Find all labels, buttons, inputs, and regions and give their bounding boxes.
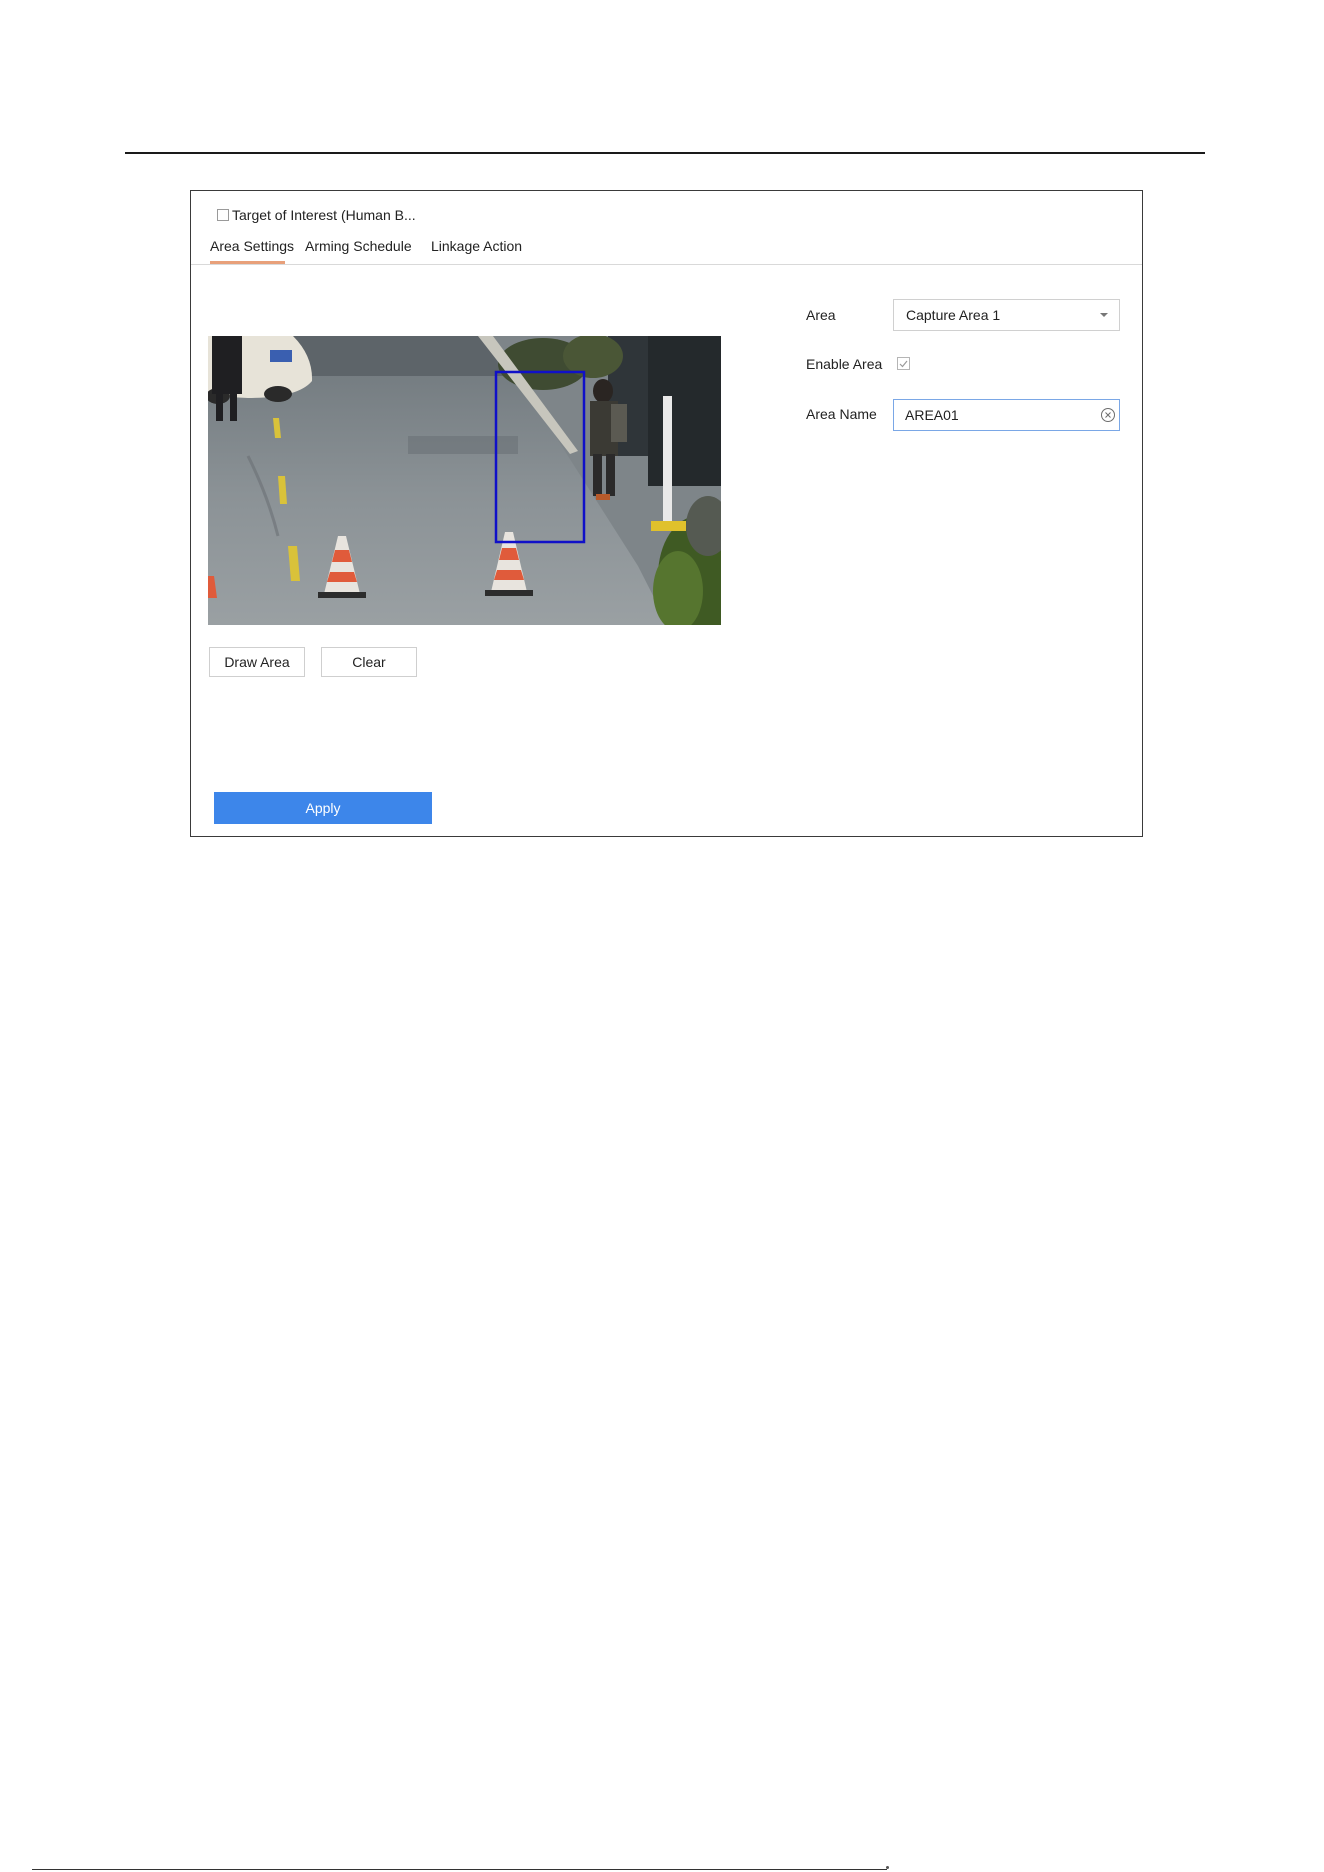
- tab-area-settings[interactable]: Area Settings: [210, 237, 294, 264]
- checkbox-icon[interactable]: [217, 209, 229, 221]
- area-select[interactable]: Capture Area 1: [893, 299, 1120, 331]
- clear-button[interactable]: Clear: [321, 647, 417, 677]
- checkmark-icon: [899, 360, 908, 367]
- area-name-input[interactable]: AREA01: [893, 399, 1120, 431]
- area-name-label: Area Name: [806, 406, 877, 422]
- target-of-interest-label: Target of Interest (Human B...: [232, 207, 416, 223]
- area-label: Area: [806, 307, 836, 323]
- tab-linkage-action[interactable]: Linkage Action: [431, 237, 522, 264]
- tab-bar: Area Settings Arming Schedule Linkage Ac…: [191, 237, 1142, 265]
- area-select-value: Capture Area 1: [906, 307, 1001, 323]
- footer-mark: [886, 1866, 889, 1869]
- page-footer-rule: [32, 1869, 887, 1870]
- tab-arming-schedule[interactable]: Arming Schedule: [305, 237, 412, 264]
- area-name-value: AREA01: [905, 407, 959, 423]
- draw-area-button[interactable]: Draw Area: [209, 647, 305, 677]
- apply-button[interactable]: Apply: [214, 792, 432, 824]
- clear-circle-icon[interactable]: [1100, 407, 1116, 423]
- chevron-down-icon: [1100, 313, 1108, 317]
- enable-area-label: Enable Area: [806, 356, 883, 372]
- live-view-image[interactable]: [208, 336, 721, 625]
- enable-area-checkbox[interactable]: [897, 357, 910, 370]
- target-of-interest-option[interactable]: Target of Interest (Human B...: [217, 205, 416, 225]
- page-header-rule: [125, 152, 1205, 154]
- smart-event-panel: Target of Interest (Human B... Area Sett…: [190, 190, 1143, 837]
